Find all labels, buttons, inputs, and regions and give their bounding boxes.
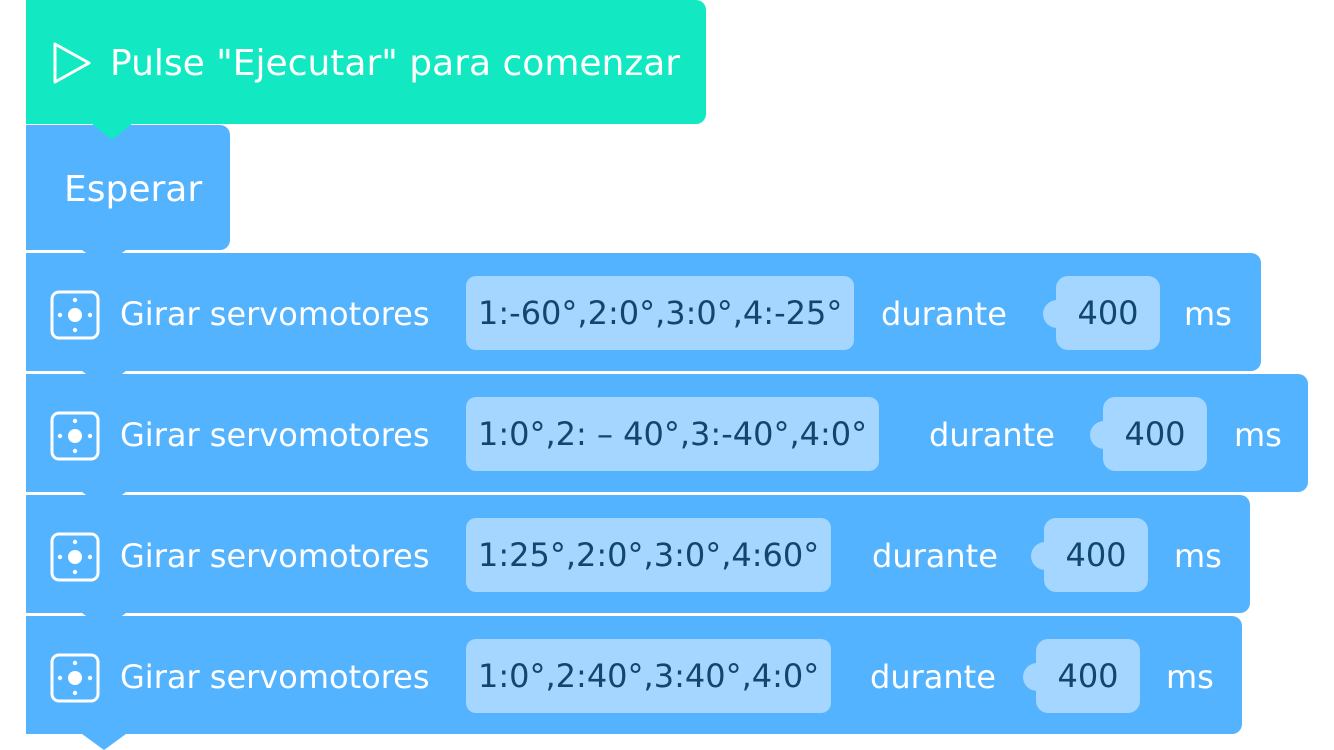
angles-field[interactable]: 1:0°,2:40°,3:40°,4:0°: [466, 639, 832, 713]
servo-icon: [50, 653, 100, 703]
servo-block[interactable]: Girar servomotores 1:25°,2:0°,3:0°,4:60°…: [26, 495, 1250, 613]
duration-field[interactable]: 400: [1023, 639, 1140, 713]
duration-field[interactable]: 400: [1043, 276, 1160, 350]
duration-field[interactable]: 400: [1090, 397, 1207, 471]
during-label: durante: [881, 295, 1007, 333]
wait-block-label: Esperar: [64, 169, 203, 210]
servo-block[interactable]: Girar servomotores 1:0°,2:40°,3:40°,4:0°…: [26, 616, 1242, 734]
start-block-label: Pulse "Ejecutar" para comenzar: [110, 43, 681, 84]
during-label: durante: [870, 658, 996, 696]
servo-block-label: Girar servomotores: [120, 416, 430, 454]
servo-icon: [50, 290, 100, 340]
duration-field[interactable]: 400: [1031, 518, 1148, 592]
block-canvas: Pulse "Ejecutar" para comenzar Esperar G…: [0, 0, 1334, 750]
servo-icon: [50, 532, 100, 582]
servo-block-connector: [82, 492, 126, 508]
play-outline-icon: [53, 42, 91, 84]
wait-block-connector: [82, 250, 126, 266]
servo-block[interactable]: Girar servomotores 1:-60°,2:0°,3:0°,4:-2…: [26, 253, 1261, 371]
servo-block-label: Girar servomotores: [120, 658, 430, 696]
during-label: durante: [929, 416, 1055, 454]
servo-block[interactable]: Girar servomotores 1:0°,2: – 40°,3:-40°,…: [26, 374, 1308, 492]
duration-unit-label: ms: [1184, 295, 1232, 333]
servo-block-label: Girar servomotores: [120, 295, 430, 333]
duration-unit-label: ms: [1166, 658, 1214, 696]
angles-field[interactable]: 1:25°,2:0°,3:0°,4:60°: [466, 518, 832, 592]
servo-block-connector: [82, 734, 126, 750]
during-label: durante: [872, 537, 998, 575]
duration-unit-label: ms: [1234, 416, 1282, 454]
servo-block-connector: [82, 371, 126, 387]
duration-unit-label: ms: [1174, 537, 1222, 575]
start-block-connector: [92, 124, 132, 140]
servo-block-connector: [82, 613, 126, 629]
angles-field[interactable]: 1:-60°,2:0°,3:0°,4:-25°: [466, 276, 855, 350]
servo-icon: [50, 411, 100, 461]
servo-block-label: Girar servomotores: [120, 537, 430, 575]
angles-field[interactable]: 1:0°,2: – 40°,3:-40°,4:0°: [466, 397, 880, 471]
